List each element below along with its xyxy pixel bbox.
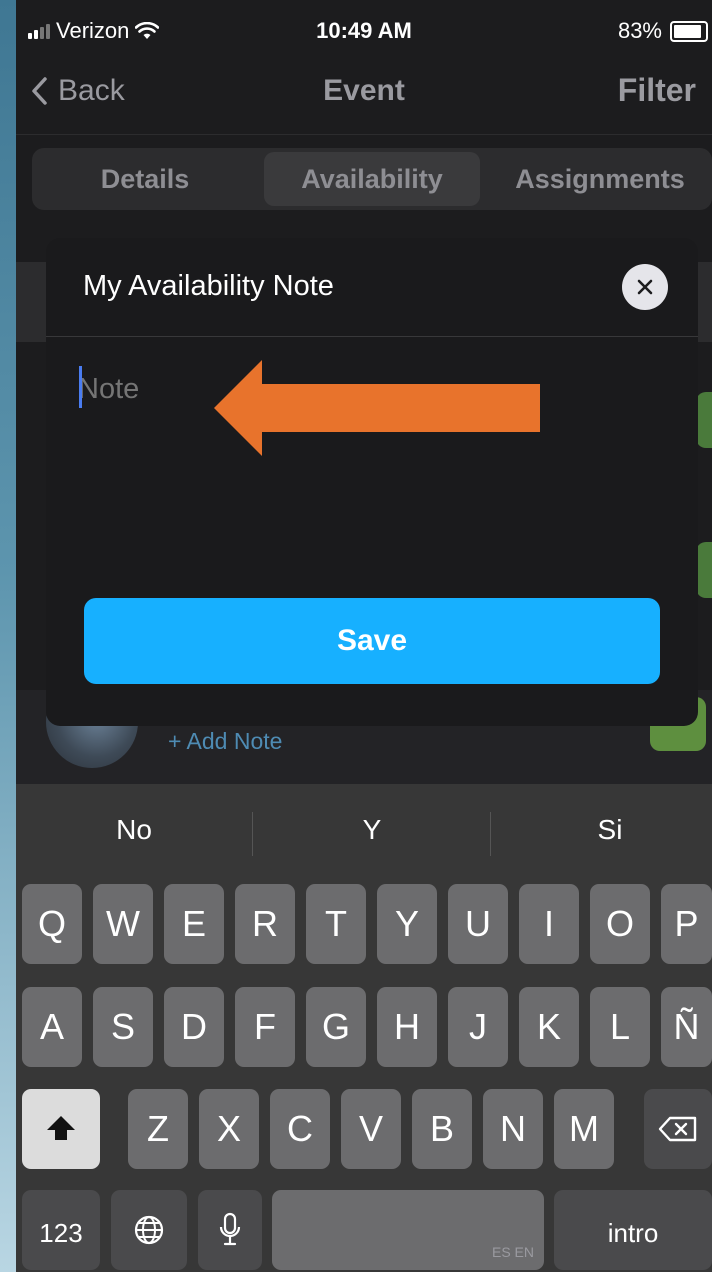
key-c[interactable]: C: [270, 1089, 330, 1169]
backspace-key[interactable]: [644, 1089, 712, 1169]
key-w[interactable]: W: [93, 884, 153, 964]
tab-assignments[interactable]: Assignments: [488, 148, 712, 210]
key-y[interactable]: Y: [377, 884, 437, 964]
key-a[interactable]: A: [22, 987, 82, 1067]
key-p[interactable]: P: [661, 884, 712, 964]
suggestion-item[interactable]: Si: [494, 814, 712, 846]
key-f[interactable]: F: [235, 987, 295, 1067]
keyboard: No Y Si Q W E R T Y U I O P A S D F G H …: [16, 784, 712, 1272]
availability-note-modal: My Availability Note Save: [46, 238, 698, 726]
shift-icon: [47, 1116, 75, 1140]
key-s[interactable]: S: [93, 987, 153, 1067]
key-u[interactable]: U: [448, 884, 508, 964]
key-j[interactable]: J: [448, 987, 508, 1067]
close-icon: [637, 279, 653, 295]
nav-title: Event: [323, 74, 405, 107]
key-x[interactable]: X: [199, 1089, 259, 1169]
key-enye[interactable]: Ñ: [661, 987, 712, 1067]
status-bar: Verizon 10:49 AM 83%: [16, 0, 712, 62]
shift-key[interactable]: [22, 1089, 100, 1169]
save-button[interactable]: Save: [84, 598, 660, 684]
close-button[interactable]: [622, 264, 668, 310]
numbers-key[interactable]: 123: [22, 1190, 100, 1270]
text-cursor: [79, 366, 82, 408]
space-language-hint: ES EN: [491, 1244, 534, 1260]
modal-header: My Availability Note: [46, 238, 698, 337]
key-t[interactable]: T: [306, 884, 366, 964]
key-e[interactable]: E: [164, 884, 224, 964]
key-n[interactable]: N: [483, 1089, 543, 1169]
globe-key[interactable]: [111, 1190, 187, 1270]
battery-icon: [670, 20, 708, 42]
add-note-link[interactable]: + Add Note: [168, 728, 282, 755]
globe-icon: [134, 1215, 164, 1245]
key-i[interactable]: I: [519, 884, 579, 964]
divider: [252, 812, 253, 856]
key-z[interactable]: Z: [128, 1089, 188, 1169]
suggestion-bar: No Y Si: [16, 784, 712, 880]
space-key[interactable]: ES EN: [272, 1190, 544, 1270]
key-k[interactable]: K: [519, 987, 579, 1067]
battery-percent: 83%: [617, 18, 662, 43]
numbers-key-label: 123: [39, 1218, 83, 1248]
tab-details[interactable]: Details: [32, 148, 258, 210]
list-row-background: [696, 262, 712, 342]
key-h[interactable]: H: [377, 987, 437, 1067]
availability-checkbox[interactable]: [696, 392, 712, 448]
list-row-background: [16, 262, 46, 342]
key-d[interactable]: D: [164, 987, 224, 1067]
key-q[interactable]: Q: [22, 884, 82, 964]
key-g[interactable]: G: [306, 987, 366, 1067]
microphone-icon: [219, 1212, 241, 1246]
segmented-control: Details Availability Assignments: [32, 148, 712, 210]
return-key[interactable]: intro: [554, 1190, 712, 1270]
return-key-label: intro: [607, 1218, 659, 1248]
key-r[interactable]: R: [235, 884, 295, 964]
tab-availability[interactable]: Availability: [264, 152, 480, 206]
key-l[interactable]: L: [590, 987, 650, 1067]
key-b[interactable]: B: [412, 1089, 472, 1169]
phone-screen: Verizon 10:49 AM 83% Back Event Filter D…: [16, 0, 712, 1272]
nav-bar: Back Event Filter: [16, 62, 712, 135]
key-o[interactable]: O: [590, 884, 650, 964]
battery-group: 83%: [618, 18, 708, 44]
availability-checkbox[interactable]: [696, 542, 712, 598]
suggestion-item[interactable]: No: [18, 814, 250, 846]
key-v[interactable]: V: [341, 1089, 401, 1169]
key-m[interactable]: M: [554, 1089, 614, 1169]
suggestion-item[interactable]: Y: [256, 814, 488, 846]
status-time: 10:49 AM: [316, 18, 412, 43]
backspace-icon: [658, 1116, 697, 1142]
divider: [490, 812, 491, 856]
dictation-key[interactable]: [198, 1190, 262, 1270]
filter-button[interactable]: Filter: [618, 72, 696, 109]
annotation-arrow-icon: [214, 360, 540, 456]
modal-title: My Availability Note: [83, 270, 334, 302]
